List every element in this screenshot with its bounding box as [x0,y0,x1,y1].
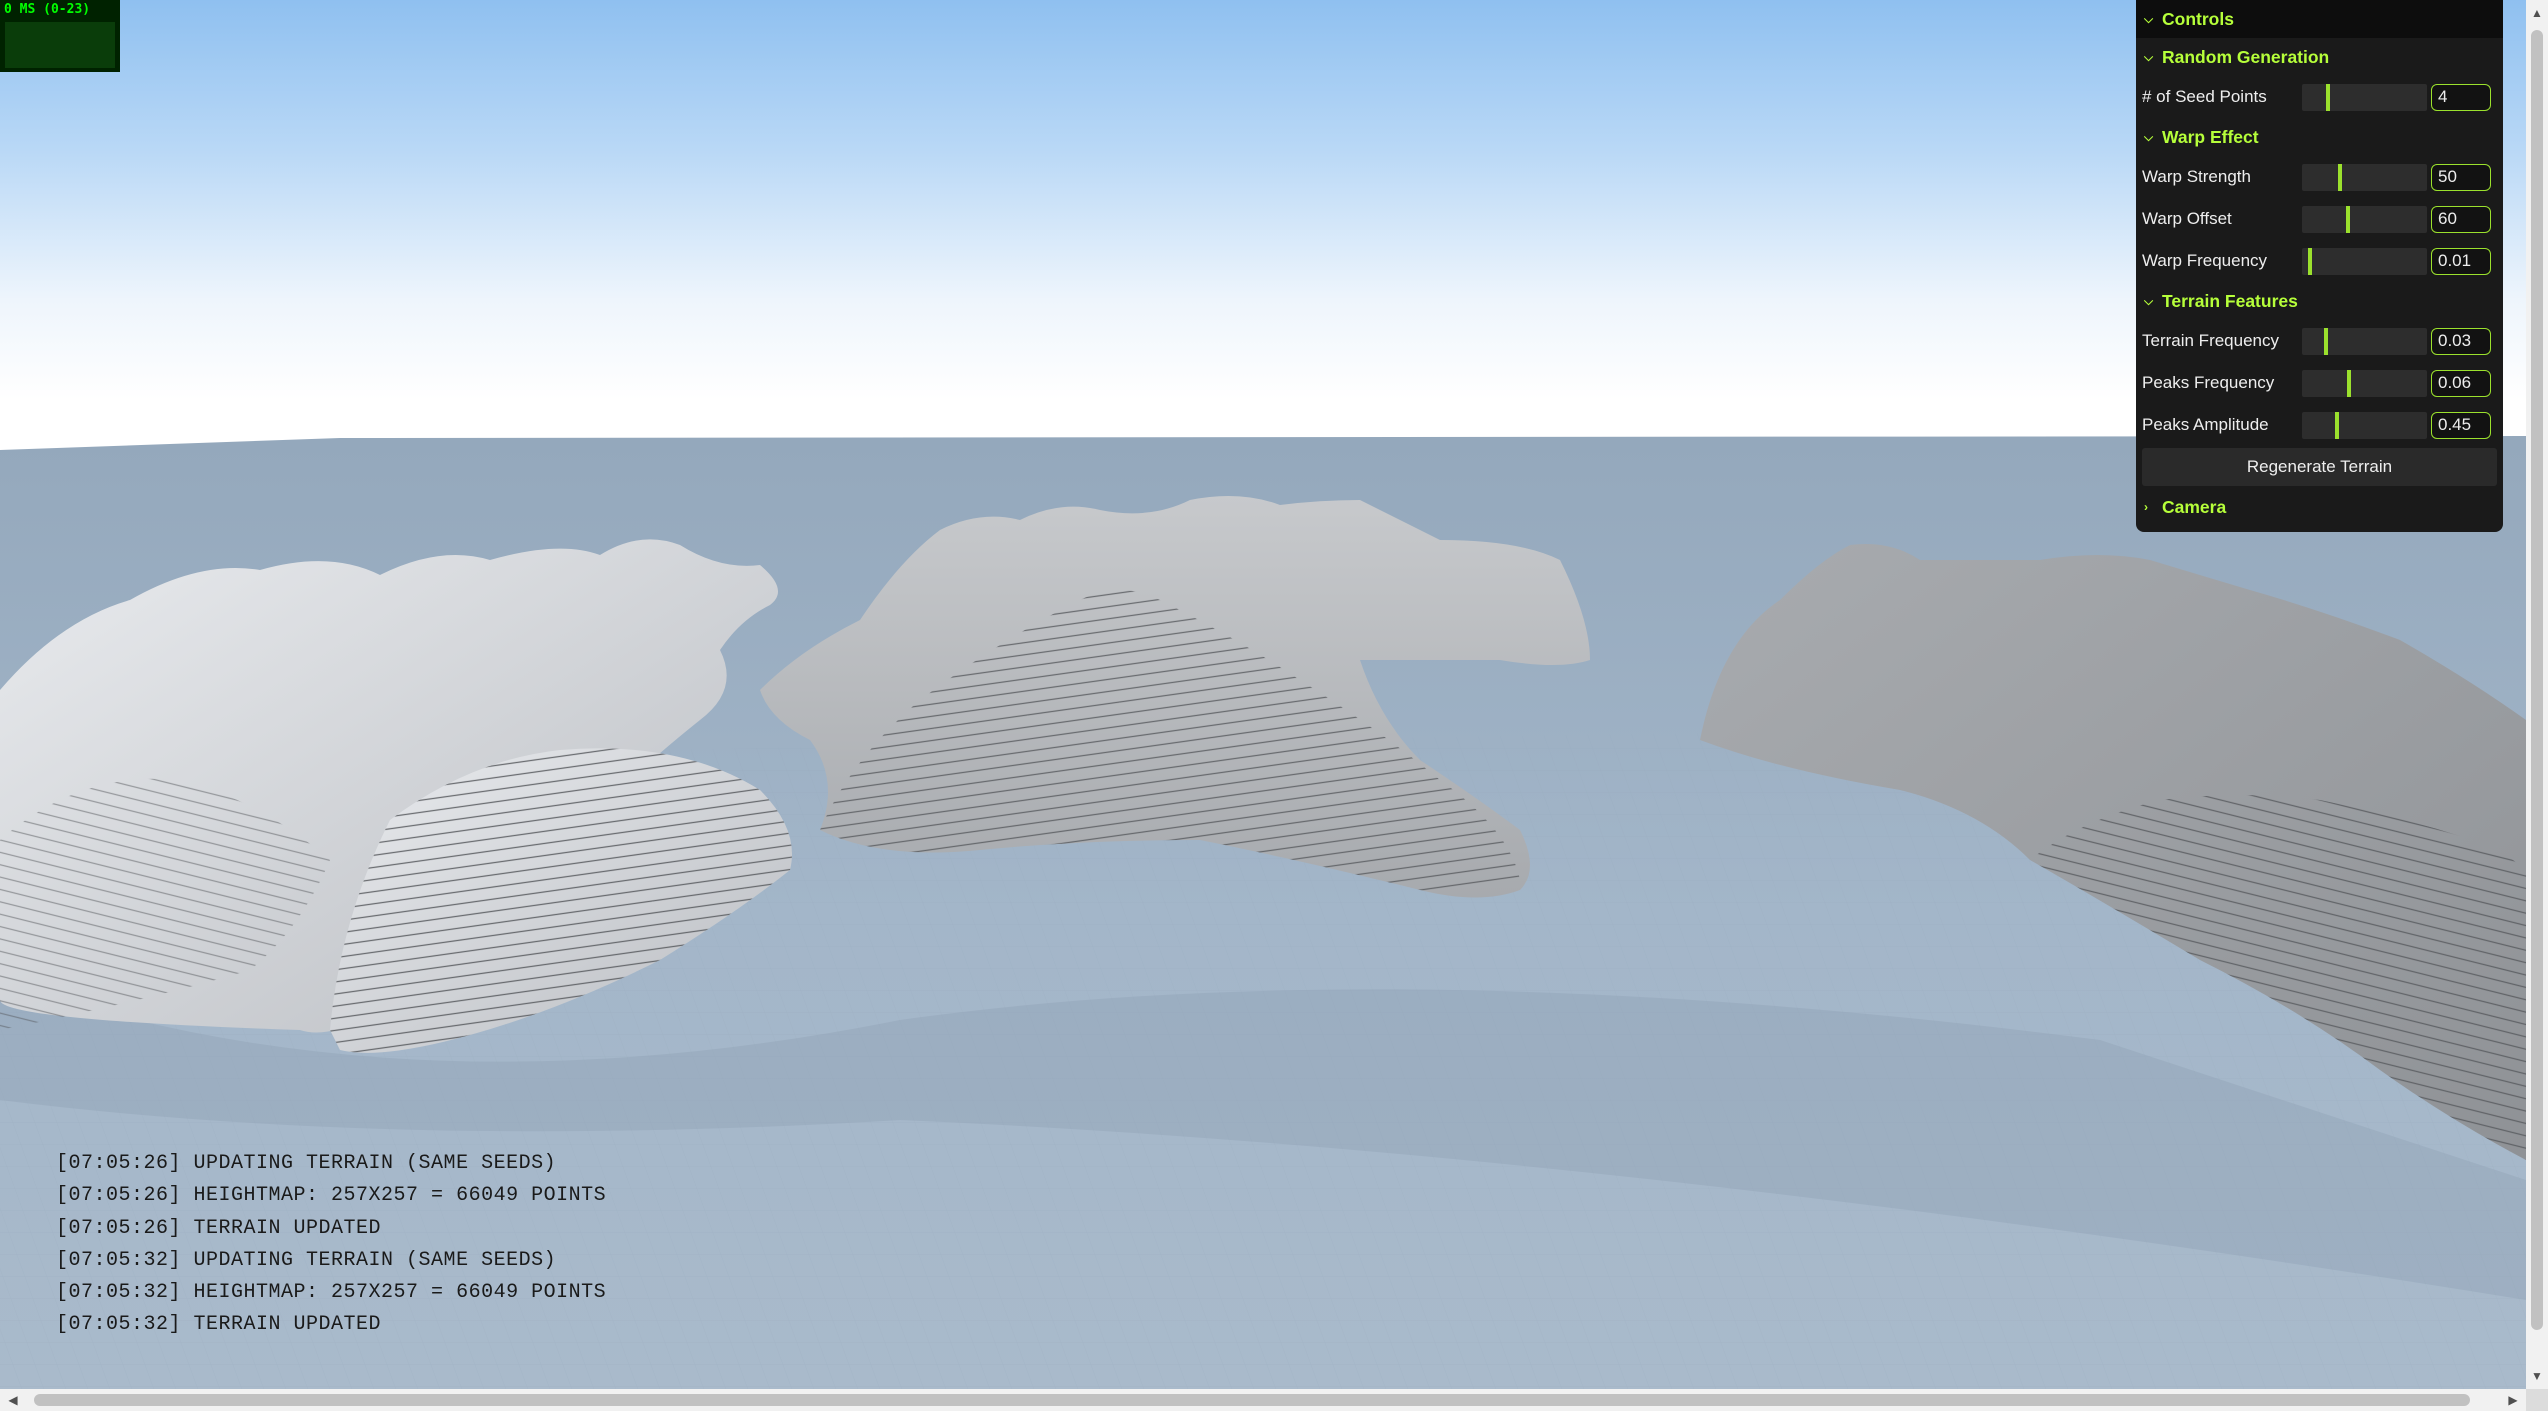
terrain-frequency-input[interactable]: 0.03 [2431,327,2491,355]
scroll-down-icon[interactable]: ▼ [2526,1365,2548,1387]
folder-title-label: Warp Effect [2162,126,2259,147]
peaks-amplitude-input[interactable]: 0.45 [2431,411,2491,439]
folder-terrain-features[interactable]: ⌵ Terrain Features [2136,282,2503,320]
chevron-down-icon: ⌵ [2144,49,2154,64]
scroll-left-icon[interactable]: ◀ [2,1389,24,1411]
control-label: Terrain Frequency [2142,331,2280,350]
peaks-frequency-slider[interactable] [2302,369,2427,397]
control-warp-offset: Warp Offset 60 [2136,198,2503,240]
warp-strength-input[interactable]: 50 [2431,163,2491,191]
seed-points-slider[interactable] [2302,83,2427,111]
warp-offset-input[interactable]: 60 [2431,205,2491,233]
controls-panel: ⌵ Controls ⌵ Random Generation # of Seed… [2136,0,2503,532]
horizontal-scrollbar[interactable]: ◀ ▶ [0,1389,2526,1411]
chevron-right-icon: › [2144,500,2148,514]
perf-stats-label: 0 MS (0-23) [4,2,91,17]
control-label: Warp Offset [2142,209,2232,228]
peaks-amplitude-slider[interactable] [2302,411,2427,439]
vertical-scrollbar[interactable]: ▲ ▼ [2526,0,2548,1389]
control-peaks-amplitude: Peaks Amplitude 0.45 [2136,404,2503,446]
controls-title-label: Controls [2162,8,2234,29]
scroll-up-icon[interactable]: ▲ [2526,2,2548,24]
control-label: # of Seed Points [2142,87,2267,106]
terrain-frequency-slider[interactable] [2302,327,2427,355]
folder-camera[interactable]: › Camera [2136,488,2503,526]
chevron-down-icon: ⌵ [2144,293,2154,308]
horizontal-scrollbar-thumb[interactable] [34,1394,2470,1406]
log-line: [07:05:26] UPDATING TERRAIN (SAME SEEDS) [56,1152,557,1175]
slider-knob[interactable] [2346,205,2350,233]
control-label: Warp Strength [2142,167,2251,186]
folder-title-label: Random Generation [2162,46,2330,67]
perf-stats-panel[interactable]: 0 MS (0-23) [0,0,120,72]
folder-random-generation[interactable]: ⌵ Random Generation [2136,38,2503,76]
warp-frequency-input[interactable]: 0.01 [2431,247,2491,275]
seed-points-input[interactable]: 4 [2431,83,2491,111]
control-seed-points: # of Seed Points 4 [2136,76,2503,118]
warp-offset-slider[interactable] [2302,205,2427,233]
log-line: [07:05:32] TERRAIN UPDATED [56,1313,382,1337]
slider-knob[interactable] [2326,83,2330,111]
perf-stats-graph [5,22,115,68]
regenerate-terrain-button[interactable]: Regenerate Terrain [2142,448,2497,486]
control-warp-frequency: Warp Frequency 0.01 [2136,240,2503,282]
slider-knob[interactable] [2338,163,2342,191]
log-line: [07:05:26] HEIGHTMAP: 257x257 = 66049 PO… [56,1184,607,1208]
log-console: [07:05:26] UPDATING TERRAIN (SAME SEEDS)… [56,1148,606,1342]
control-label: Peaks Frequency [2142,373,2275,392]
scrollbar-corner [2526,1389,2548,1411]
terrain-viewport[interactable]: 0 MS (0-23) [07:05:26] UPDATING TERRAIN … [0,0,2526,1389]
folder-title-label: Terrain Features [2162,290,2298,311]
control-label: Peaks Amplitude [2142,415,2269,434]
folder-title-label: Camera [2162,496,2227,517]
log-line: [07:05:32] UPDATING TERRAIN (SAME SEEDS) [56,1248,557,1272]
folder-warp-effect[interactable]: ⌵ Warp Effect [2136,118,2503,156]
log-line: [07:05:32] HEIGHTMAP: 257x257 = 66049 PO… [56,1281,607,1305]
scroll-right-icon[interactable]: ▶ [2502,1389,2524,1411]
slider-knob[interactable] [2347,369,2351,397]
log-line: [07:05:26] TERRAIN UPDATED [56,1216,382,1240]
controls-title[interactable]: ⌵ Controls [2136,0,2503,38]
control-terrain-frequency: Terrain Frequency 0.03 [2136,320,2503,362]
vertical-scrollbar-thumb[interactable] [2531,30,2543,1330]
warp-frequency-slider[interactable] [2302,247,2427,275]
control-warp-strength: Warp Strength 50 [2136,156,2503,198]
warp-strength-slider[interactable] [2302,163,2427,191]
slider-knob[interactable] [2308,247,2312,275]
slider-knob[interactable] [2335,411,2339,439]
control-label: Warp Frequency [2142,251,2268,270]
chevron-down-icon: ⌵ [2144,11,2154,26]
control-peaks-frequency: Peaks Frequency 0.06 [2136,362,2503,404]
chevron-down-icon: ⌵ [2144,129,2154,144]
slider-knob[interactable] [2324,327,2328,355]
peaks-frequency-input[interactable]: 0.06 [2431,369,2491,397]
